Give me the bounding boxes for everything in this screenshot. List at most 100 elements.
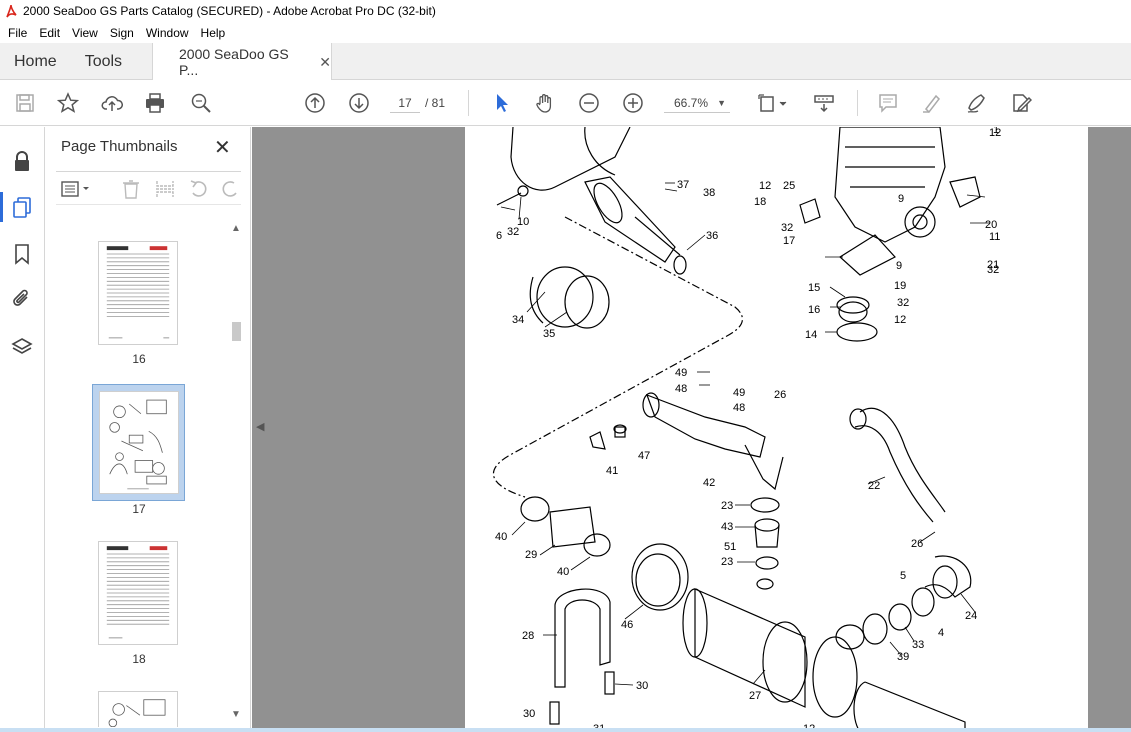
part-callout: 18 <box>754 196 766 208</box>
part-callout: 5 <box>900 570 906 582</box>
part-callout: 30 <box>523 708 535 720</box>
part-callout: 39 <box>897 651 909 663</box>
part-callout: 26 <box>911 538 923 550</box>
part-callout: 11 <box>989 231 1000 243</box>
print-icon[interactable] <box>143 91 167 115</box>
part-callout: 19 <box>894 280 906 292</box>
tab-home[interactable]: Home <box>0 43 71 79</box>
status-strip <box>0 728 1131 732</box>
part-callout: 27 <box>749 690 761 702</box>
part-callout: 38 <box>703 187 715 199</box>
collapse-panel-icon[interactable]: ◀ <box>256 420 264 433</box>
part-callout: 41 <box>606 465 618 477</box>
part-callout: 26 <box>774 389 786 401</box>
part-callout: 49 <box>733 387 745 399</box>
part-callout: 20 <box>985 219 997 231</box>
upload-cloud-icon[interactable] <box>100 91 124 115</box>
navigation-rail <box>0 127 45 732</box>
delete-page-icon[interactable] <box>120 179 142 199</box>
thumbnail-label: 17 <box>132 502 146 516</box>
page-number-input[interactable]: 17 <box>390 93 420 113</box>
part-callout: 35 <box>543 328 555 340</box>
layers-icon[interactable] <box>11 336 33 358</box>
next-page-icon[interactable] <box>347 91 371 115</box>
part-callout: 34 <box>512 314 524 326</box>
part-callout: 42 <box>703 477 715 489</box>
part-callout: 48 <box>733 402 745 414</box>
part-callout: 51 <box>724 541 736 553</box>
acrobat-app-icon <box>6 4 17 18</box>
menu-window[interactable]: Window <box>140 26 195 40</box>
part-callout: 15 <box>808 282 820 294</box>
rotate-ccw-icon[interactable] <box>188 179 210 199</box>
page-thumbnails-panel: Page Thumbnails ✕ 16 17 18 ▲ ▼ <box>46 127 251 732</box>
previous-page-icon[interactable] <box>303 91 327 115</box>
select-cursor-icon[interactable] <box>490 91 514 115</box>
highlight-pen-icon[interactable] <box>920 91 944 115</box>
attachments-icon[interactable] <box>11 288 33 310</box>
tab-document[interactable]: 2000 SeaDoo GS P... ✕ <box>152 43 332 81</box>
page-thumbnails-icon[interactable] <box>0 192 33 222</box>
part-callout: 28 <box>522 630 534 642</box>
scroll-up-icon[interactable]: ▲ <box>231 223 241 234</box>
menu-edit[interactable]: Edit <box>33 26 66 40</box>
save-icon[interactable] <box>13 91 37 115</box>
search-icon[interactable] <box>189 91 213 115</box>
thumbnail-scrollbar[interactable]: ▲ ▼ <box>228 217 244 727</box>
part-callout: 24 <box>965 610 977 622</box>
comment-icon[interactable] <box>876 91 900 115</box>
document-viewport[interactable]: ◀ 1 6 10 32 37 38 36 34 35 12 25 18 32 1… <box>252 127 1131 732</box>
options-menu-icon[interactable] <box>60 179 94 199</box>
rotate-cw-icon[interactable] <box>219 179 241 199</box>
menu-view[interactable]: View <box>66 26 104 40</box>
menu-sign[interactable]: Sign <box>104 26 140 40</box>
menu-file[interactable]: File <box>2 26 33 40</box>
menu-help[interactable]: Help <box>195 26 232 40</box>
part-callout: 6 <box>496 230 502 242</box>
part-callout: 46 <box>621 619 633 631</box>
bookmark-star-icon[interactable] <box>56 91 80 115</box>
part-callout: 32 <box>507 226 519 238</box>
panel-toolbar <box>56 171 241 205</box>
part-callout: 9 <box>898 193 904 205</box>
part-callout: 36 <box>706 230 718 242</box>
part-callout: 32 <box>781 222 793 234</box>
tab-close-icon[interactable]: ✕ <box>319 54 331 71</box>
thumbnail-page-19[interactable] <box>98 691 178 727</box>
zoom-level-select[interactable]: 66.7% ▼ <box>664 93 730 113</box>
part-callout: 4 <box>938 627 944 639</box>
page-fit-icon[interactable] <box>755 91 791 115</box>
thumbnail-page-17[interactable] <box>99 391 179 494</box>
thumbnail-list: 16 17 18 <box>46 217 236 727</box>
scrollbar-thumb[interactable] <box>232 322 241 341</box>
part-callout: 29 <box>525 549 537 561</box>
part-callout: 23 <box>721 500 733 512</box>
title-bar: 2000 SeaDoo GS Parts Catalog (SECURED) -… <box>0 0 1131 22</box>
zoom-in-icon[interactable] <box>621 91 645 115</box>
page-total: / 81 <box>425 96 446 110</box>
close-icon[interactable]: ✕ <box>214 135 231 160</box>
part-callout: 12 <box>759 180 771 192</box>
part-callout: 32 <box>897 297 909 309</box>
pdf-page: 1 6 10 32 37 38 36 34 35 12 25 18 32 17 9 12 9 20 11 21 32 15… <box>465 127 1088 732</box>
tab-bar: Home Tools 2000 SeaDoo GS P... ✕ <box>0 43 1131 81</box>
thumbnail-label: 16 <box>132 352 146 366</box>
hand-tool-icon[interactable] <box>533 91 557 115</box>
bookmarks-icon[interactable] <box>11 243 33 265</box>
fill-sign-icon[interactable] <box>964 91 988 115</box>
edit-pdf-icon[interactable] <box>1009 91 1033 115</box>
chevron-down-icon: ▼ <box>717 98 726 108</box>
part-callout: 33 <box>912 639 924 651</box>
zoom-out-icon[interactable] <box>577 91 601 115</box>
lock-icon[interactable] <box>11 150 33 172</box>
thumbnail-page-18[interactable] <box>98 541 178 645</box>
part-callout: 30 <box>636 680 648 692</box>
part-callout: 49 <box>675 367 687 379</box>
scroll-mode-icon[interactable] <box>812 91 836 115</box>
thumbnail-page-16[interactable] <box>98 241 178 345</box>
thumbnail-label: 18 <box>132 652 146 666</box>
scroll-down-icon[interactable]: ▼ <box>231 709 241 720</box>
tab-tools[interactable]: Tools <box>71 43 136 79</box>
extract-page-icon[interactable] <box>154 179 176 199</box>
toolbar-divider <box>857 90 858 116</box>
